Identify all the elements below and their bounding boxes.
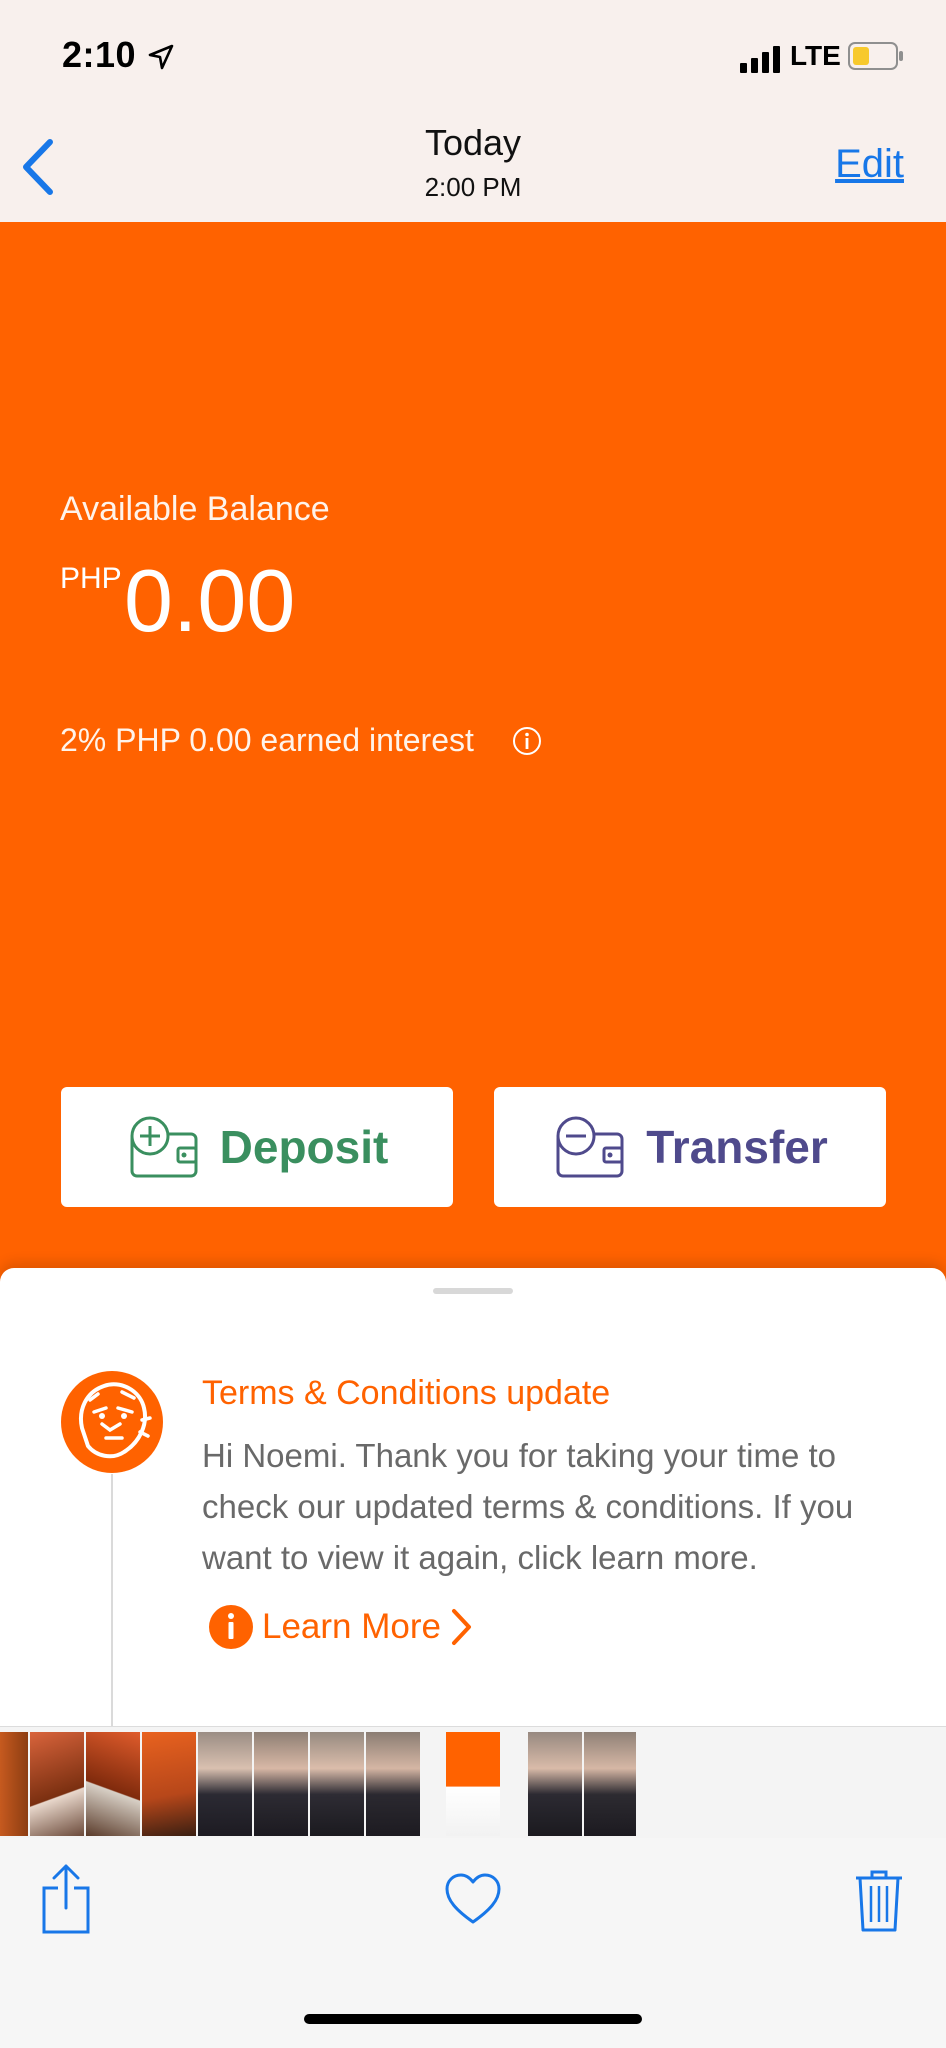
info-icon — [209, 1605, 253, 1649]
photo-thumbnail[interactable] — [0, 1732, 28, 1836]
photo-thumbnail[interactable] — [366, 1732, 420, 1836]
sheet-drag-handle[interactable] — [433, 1288, 513, 1294]
chevron-right-icon — [451, 1609, 471, 1645]
photo-thumbnail[interactable] — [142, 1732, 196, 1836]
location-arrow-icon — [148, 44, 174, 70]
heart-icon[interactable] — [444, 1872, 502, 1926]
timeline-line — [111, 1474, 113, 1726]
learn-more-link[interactable]: Learn More — [208, 1604, 473, 1650]
nav-subtitle: 2:00 PM — [424, 172, 522, 202]
edit-button[interactable]: Edit — [835, 142, 904, 187]
photo-thumbnail[interactable] — [254, 1732, 308, 1836]
message-title: Terms & Conditions update — [202, 1374, 611, 1412]
learn-more-label: Learn More — [262, 1607, 441, 1646]
lion-logo-icon — [61, 1371, 163, 1473]
trash-icon[interactable] — [854, 1868, 904, 1932]
transfer-label: Transfer — [646, 1121, 828, 1173]
balance-label: Available Balance — [60, 490, 330, 528]
photo-thumbnail[interactable] — [528, 1732, 582, 1836]
share-icon[interactable] — [38, 1862, 94, 1936]
nav-title: Today — [424, 122, 522, 163]
photo-thumbnail[interactable] — [198, 1732, 252, 1836]
deposit-label: Deposit — [219, 1121, 389, 1173]
photo-thumbnail[interactable] — [310, 1732, 364, 1836]
balance-amount: 0.00 — [124, 551, 296, 650]
photo-thumbnail-selected[interactable] — [446, 1732, 500, 1836]
wallet-minus-icon — [556, 1116, 624, 1178]
interest-text: 2% PHP 0.00 earned interest — [60, 722, 474, 758]
signal-icon — [740, 46, 780, 73]
message-body: Hi Noemi. Thank you for taking your time… — [202, 1437, 854, 1576]
status-time: 2:10 — [62, 34, 137, 75]
wallet-plus-icon — [130, 1116, 198, 1178]
info-icon[interactable] — [512, 726, 542, 756]
battery-icon — [848, 42, 903, 70]
photo-thumbnail[interactable] — [30, 1732, 84, 1836]
balance-currency: PHP — [60, 562, 122, 595]
network-type: LTE — [790, 40, 841, 71]
deposit-button[interactable]: Deposit — [61, 1087, 453, 1207]
photo-thumbnail[interactable] — [86, 1732, 140, 1836]
home-indicator[interactable] — [304, 2014, 642, 2024]
photo-thumbnail[interactable] — [584, 1732, 636, 1836]
transfer-button[interactable]: Transfer — [494, 1087, 886, 1207]
